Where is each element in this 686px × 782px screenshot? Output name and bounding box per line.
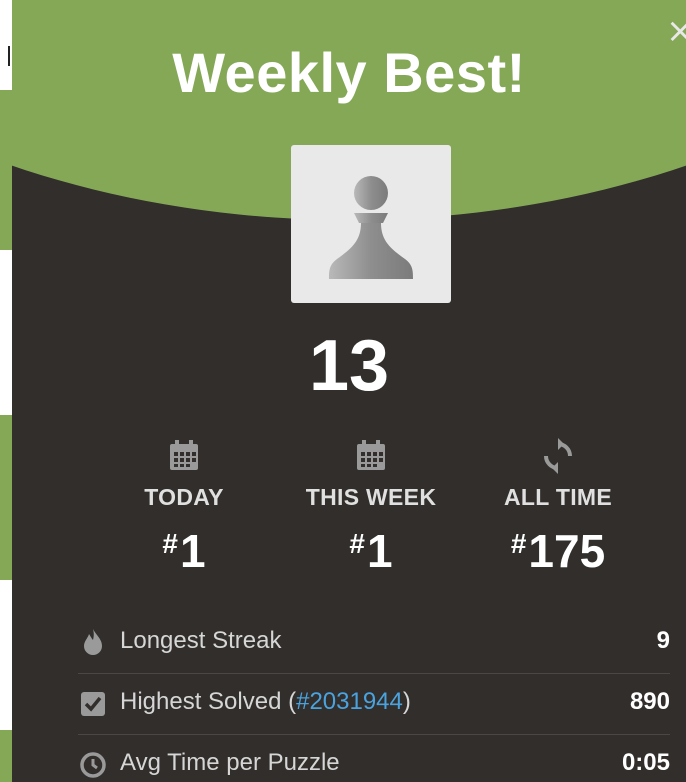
background-page-strip [0, 0, 12, 782]
background-green-block [0, 730, 12, 782]
stat-highest-solved: Highest Solved (#2031944) 890 [78, 674, 670, 735]
background-green-block [0, 90, 12, 250]
flame-icon [84, 629, 102, 655]
close-button[interactable]: × [666, 14, 686, 48]
stat-longest-streak: Longest Streak 9 [78, 613, 670, 674]
puzzle-score: 13 [308, 326, 390, 406]
stat-value: 0:05 [621, 749, 670, 776]
stat-label: Avg Time per Puzzle [120, 749, 340, 776]
modal-title: Weekly Best! [172, 41, 526, 104]
rank-value: #175 [510, 525, 606, 577]
avatar [291, 145, 451, 303]
puzzle-link[interactable]: #2031944 [296, 688, 403, 715]
stat-label: Highest Solved (#2031944) [120, 688, 411, 715]
clock-icon [80, 752, 106, 778]
background-green-block [0, 415, 12, 580]
checkbox-icon [81, 692, 105, 716]
rank-today: TODAY #1 [84, 438, 284, 576]
stat-avg-time: Avg Time per Puzzle 0:05 [78, 735, 670, 782]
weekly-best-modal: Weekly Best! × 13 TODAY #1 THIS WEEK #1 … [12, 0, 686, 782]
refresh-icon [544, 438, 572, 474]
pawn-icon [329, 176, 413, 279]
stats-list: Longest Streak 9 Highest Solved (#203194… [78, 613, 670, 782]
background-tab [0, 46, 10, 66]
calendar-icon [357, 440, 385, 470]
rank-label: THIS WEEK [305, 484, 437, 510]
rank-all-time: ALL TIME #175 [458, 438, 658, 576]
stat-value: 890 [629, 688, 670, 715]
rank-value: #1 [162, 525, 206, 577]
rank-summary: TODAY #1 THIS WEEK #1 ALL TIME #175 [12, 438, 686, 578]
calendar-icon [170, 440, 198, 470]
rank-this-week: THIS WEEK #1 [271, 438, 471, 576]
rank-label: TODAY [144, 484, 224, 510]
stat-label: Longest Streak [120, 627, 282, 654]
stat-value: 9 [656, 627, 670, 654]
rank-value: #1 [349, 525, 393, 577]
rank-label: ALL TIME [503, 484, 613, 510]
